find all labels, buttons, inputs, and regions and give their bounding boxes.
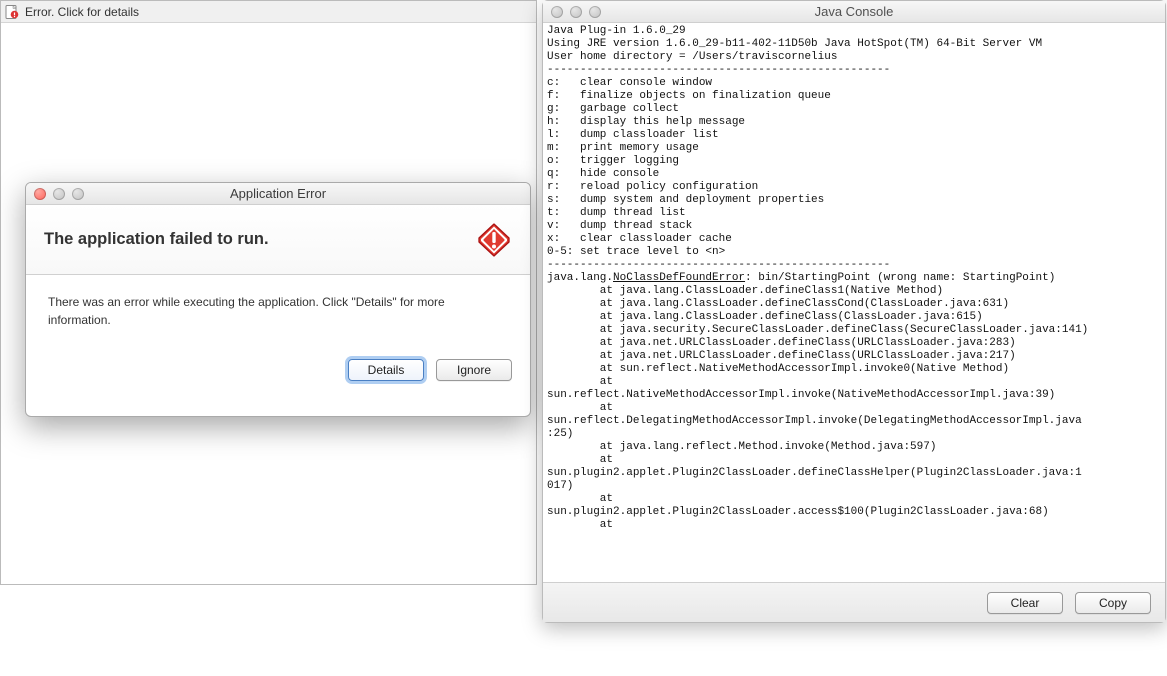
dialog-header: The application failed to run. <box>26 205 530 275</box>
clear-button[interactable]: Clear <box>987 592 1063 614</box>
console-output[interactable]: Java Plug-in 1.6.0_29Using JRE version 1… <box>543 23 1165 582</box>
window-controls <box>34 188 84 200</box>
error-page-icon <box>5 5 19 19</box>
dialog-heading: The application failed to run. <box>44 230 476 249</box>
minimize-window-button[interactable] <box>570 6 582 18</box>
dialog-body-text: There was an error while executing the a… <box>26 275 530 359</box>
dialog-titlebar[interactable]: Application Error <box>26 183 530 205</box>
application-error-dialog: Application Error The application failed… <box>25 182 531 417</box>
close-window-button[interactable] <box>34 188 46 200</box>
applet-status-bar[interactable]: Error. Click for details <box>1 1 536 23</box>
details-button[interactable]: Details <box>348 359 424 381</box>
console-titlebar[interactable]: Java Console <box>543 1 1165 23</box>
console-title: Java Console <box>551 4 1157 19</box>
close-window-button[interactable] <box>551 6 563 18</box>
zoom-window-button[interactable] <box>72 188 84 200</box>
dialog-title: Application Error <box>34 186 522 201</box>
dialog-button-row: Details Ignore <box>26 359 530 397</box>
ignore-button[interactable]: Ignore <box>436 359 512 381</box>
minimize-window-button[interactable] <box>53 188 65 200</box>
zoom-window-button[interactable] <box>589 6 601 18</box>
copy-button[interactable]: Copy <box>1075 592 1151 614</box>
console-footer: Clear Copy <box>543 582 1165 622</box>
window-controls <box>551 6 601 18</box>
applet-status-text: Error. Click for details <box>25 5 139 19</box>
alert-icon <box>476 222 512 258</box>
java-console-window: Java Console Java Plug-in 1.6.0_29Using … <box>542 0 1166 623</box>
